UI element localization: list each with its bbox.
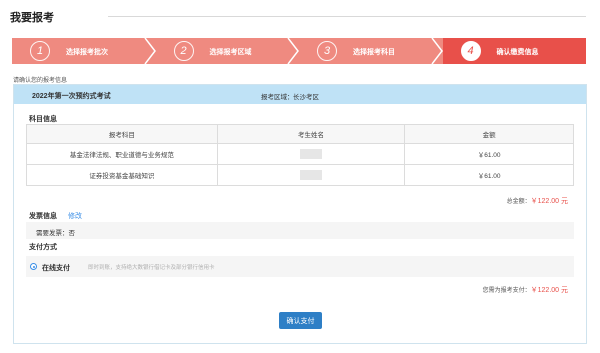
column-header-name: 考生姓名 (216, 124, 406, 144)
amount-due-label: 您需为报考支付： (482, 288, 531, 294)
column-header-amount: 金额 (404, 124, 574, 144)
online-payment-description: 即时到账，支持绝大数银行借记卡及部分银行信用卡 (88, 265, 215, 271)
redacted-name (299, 149, 322, 159)
step-3: 3 选择报考科目 (299, 38, 443, 64)
step-1: 1 选择报考批次 (12, 38, 156, 64)
total-amount-label: 总金额： (506, 199, 531, 205)
step-1-number: 1 (30, 41, 50, 61)
invoice-section-title: 发票信息 (29, 213, 57, 220)
candidate-name-cell (216, 164, 406, 186)
step-1-label: 选择报考批次 (66, 49, 108, 56)
step-4-active: 4 确认缴费信息 (442, 38, 586, 64)
exam-area-label: 报考区域： (261, 94, 294, 101)
step-2-label: 选择报考区域 (209, 49, 252, 56)
step-4-number: 4 (460, 41, 481, 61)
amount-due: 您需为报考支付：￥122.00 元 (483, 285, 568, 295)
subject-cell: 基金法律法规、职业道德与业务规范 (26, 143, 218, 165)
step-2-number: 2 (173, 41, 194, 61)
step-4-label: 确认缴费信息 (496, 49, 539, 56)
table-row: 证券投资基金基础知识 ￥61.00 (26, 164, 574, 186)
invoice-edit-link[interactable]: 修改 (68, 211, 82, 221)
registration-panel: 2022年第一次预约式考试 报考区域： 长沙考区 科目信息 报考科目 考生姓名 … (13, 84, 587, 344)
confirm-payment-button[interactable]: 确认支付 (279, 312, 322, 329)
online-payment-label: 在线支付 (42, 265, 70, 272)
amount-cell: ￥61.00 (404, 143, 574, 165)
invoice-need-label: 需要发票：否 (36, 230, 75, 237)
subjects-section-title: 科目信息 (29, 116, 57, 123)
exam-area-value: 长沙考区 (293, 94, 319, 101)
payment-option-online[interactable]: 在线支付 即时到账，支持绝大数银行借记卡及部分银行信用卡 (26, 256, 574, 277)
step-2: 2 选择报考区域 (155, 38, 299, 64)
online-payment-radio[interactable] (30, 263, 37, 270)
step-chevron-icon (430, 38, 443, 64)
subject-cell: 证券投资基金基础知识 (26, 164, 218, 186)
step-chevron-icon (287, 38, 299, 64)
subjects-table: 报考科目 考生姓名 金额 基金法律法规、职业道德与业务规范 ￥61.00 证券投… (26, 124, 574, 186)
redacted-name (299, 170, 322, 180)
page-title: 我要报考 (10, 12, 54, 24)
total-amount-value: ￥122.00 元 (530, 198, 568, 205)
title-divider (108, 16, 586, 17)
payment-section-title: 支付方式 (29, 244, 57, 251)
column-header-subject: 报考科目 (26, 124, 218, 144)
amount-due-value: ￥122.00 元 (530, 287, 568, 294)
candidate-name-cell (216, 143, 406, 165)
exam-name: 2022年第一次预约式考试 (32, 93, 111, 100)
table-header-row: 报考科目 考生姓名 金额 (26, 124, 574, 144)
step-progress: 1 选择报考批次 2 选择报考区域 3 选择报考科目 4 确认缴费信息 (12, 38, 586, 64)
confirm-hint: 请确认您的报考信息 (13, 78, 68, 84)
exam-bar: 2022年第一次预约式考试 报考区域： 长沙考区 (14, 85, 586, 104)
step-chevron-icon (143, 38, 156, 64)
table-row: 基金法律法规、职业道德与业务规范 ￥61.00 (26, 143, 574, 165)
invoice-info-row: 需要发票：否 (26, 222, 574, 239)
amount-cell: ￥61.00 (404, 164, 574, 186)
step-3-number: 3 (317, 41, 337, 61)
total-amount: 总金额：￥122.00 元 (507, 196, 568, 206)
step-3-label: 选择报考科目 (353, 49, 395, 56)
